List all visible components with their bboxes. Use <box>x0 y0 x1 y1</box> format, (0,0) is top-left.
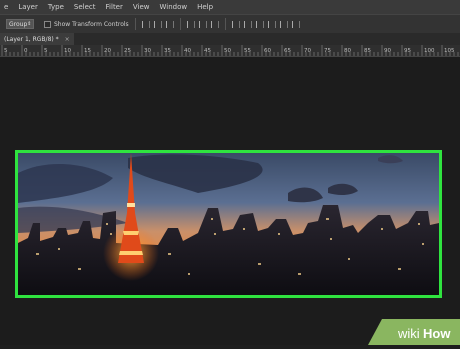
menu-bar: e Layer Type Select Filter View Window H… <box>0 0 460 14</box>
divider <box>224 18 226 30</box>
ruler-label: 5 <box>4 48 8 54</box>
ruler-label: 40 <box>184 48 191 54</box>
distribute-buttons <box>231 20 300 28</box>
document-tab-bar: (Layer 1, RGB/8) * × <box>0 33 460 45</box>
ruler-label: 100 <box>424 48 435 54</box>
menu-item-filter[interactable]: Filter <box>101 3 128 11</box>
menu-item-help[interactable]: Help <box>192 3 218 11</box>
distribute-hcenter-icon[interactable] <box>279 20 288 28</box>
distribute-vcenter-icon[interactable] <box>243 20 252 28</box>
align-left-icon[interactable] <box>186 20 195 28</box>
ruler-label: 95 <box>404 48 411 54</box>
ruler-label: 85 <box>364 48 371 54</box>
horizontal-ruler: 5 0 5 10 15 20 25 30 35 40 45 50 55 60 65 70 75 80 85 90 95 1… <box>0 45 460 57</box>
align-hcenter-icon[interactable] <box>198 20 207 28</box>
ruler-label: 105 <box>444 48 455 54</box>
ruler-label: 80 <box>344 48 351 54</box>
selected-layer-image[interactable] <box>15 150 442 298</box>
wikihow-watermark: wiki How <box>368 315 460 345</box>
ruler-label: 70 <box>304 48 311 54</box>
show-transform-checkbox[interactable] <box>44 20 51 28</box>
document-tab[interactable]: (Layer 1, RGB/8) * × <box>0 33 74 45</box>
ruler-label: 35 <box>164 48 171 54</box>
ruler-label: 65 <box>284 48 291 54</box>
ruler-label: 90 <box>384 48 391 54</box>
ruler-label: 50 <box>224 48 231 54</box>
align-right-icon[interactable] <box>210 20 219 28</box>
ruler-label: 60 <box>264 48 271 54</box>
menu-item-layer[interactable]: Layer <box>13 3 43 11</box>
distribute-right-icon[interactable] <box>291 20 300 28</box>
options-bar: Group ⇕ Show Transform Controls <box>0 14 460 34</box>
align-vcenter-icon[interactable] <box>153 20 162 28</box>
watermark-wiki-text: wiki <box>397 326 420 341</box>
auto-select-dropdown[interactable]: Group ⇕ <box>6 19 34 29</box>
divider <box>179 18 181 30</box>
menu-item-edit[interactable]: e <box>0 3 13 11</box>
wikihow-logo: wiki How <box>368 319 460 345</box>
align-buttons <box>141 20 174 28</box>
ruler-label: 75 <box>324 48 331 54</box>
auto-select-value: Group <box>9 20 28 28</box>
align-buttons-horizontal <box>186 20 219 28</box>
menu-item-select[interactable]: Select <box>69 3 101 11</box>
ruler-label: 5 <box>44 48 48 54</box>
ruler-ticks: 5 0 5 10 15 20 25 30 35 40 45 50 55 60 65 70 75 80 85 90 95 1… <box>1 45 459 56</box>
watermark-how-text: How <box>423 326 451 341</box>
menu-item-view[interactable]: View <box>128 3 155 11</box>
distribute-bottom-icon[interactable] <box>255 20 264 28</box>
distribute-top-icon[interactable] <box>231 20 240 28</box>
ruler-label: 15 <box>84 48 91 54</box>
menu-item-type[interactable]: Type <box>43 3 69 11</box>
ruler-label: 20 <box>104 48 111 54</box>
align-top-icon[interactable] <box>141 20 150 28</box>
ruler-label: 30 <box>144 48 151 54</box>
ruler-label: 10 <box>64 48 71 54</box>
document-tab-title: (Layer 1, RGB/8) * <box>4 35 59 43</box>
menu-item-window[interactable]: Window <box>155 3 193 11</box>
cityscape-image <box>18 153 439 295</box>
close-icon[interactable]: × <box>65 36 70 43</box>
ruler-label: 0 <box>24 48 28 54</box>
chevron-updown-icon: ⇕ <box>27 21 32 27</box>
distribute-left-icon[interactable] <box>267 20 276 28</box>
align-bottom-icon[interactable] <box>165 20 174 28</box>
ruler-label: 45 <box>204 48 211 54</box>
divider <box>134 18 136 30</box>
ruler-label: 25 <box>124 48 131 54</box>
show-transform-label: Show Transform Controls <box>54 20 129 28</box>
ruler-label: 55 <box>244 48 251 54</box>
